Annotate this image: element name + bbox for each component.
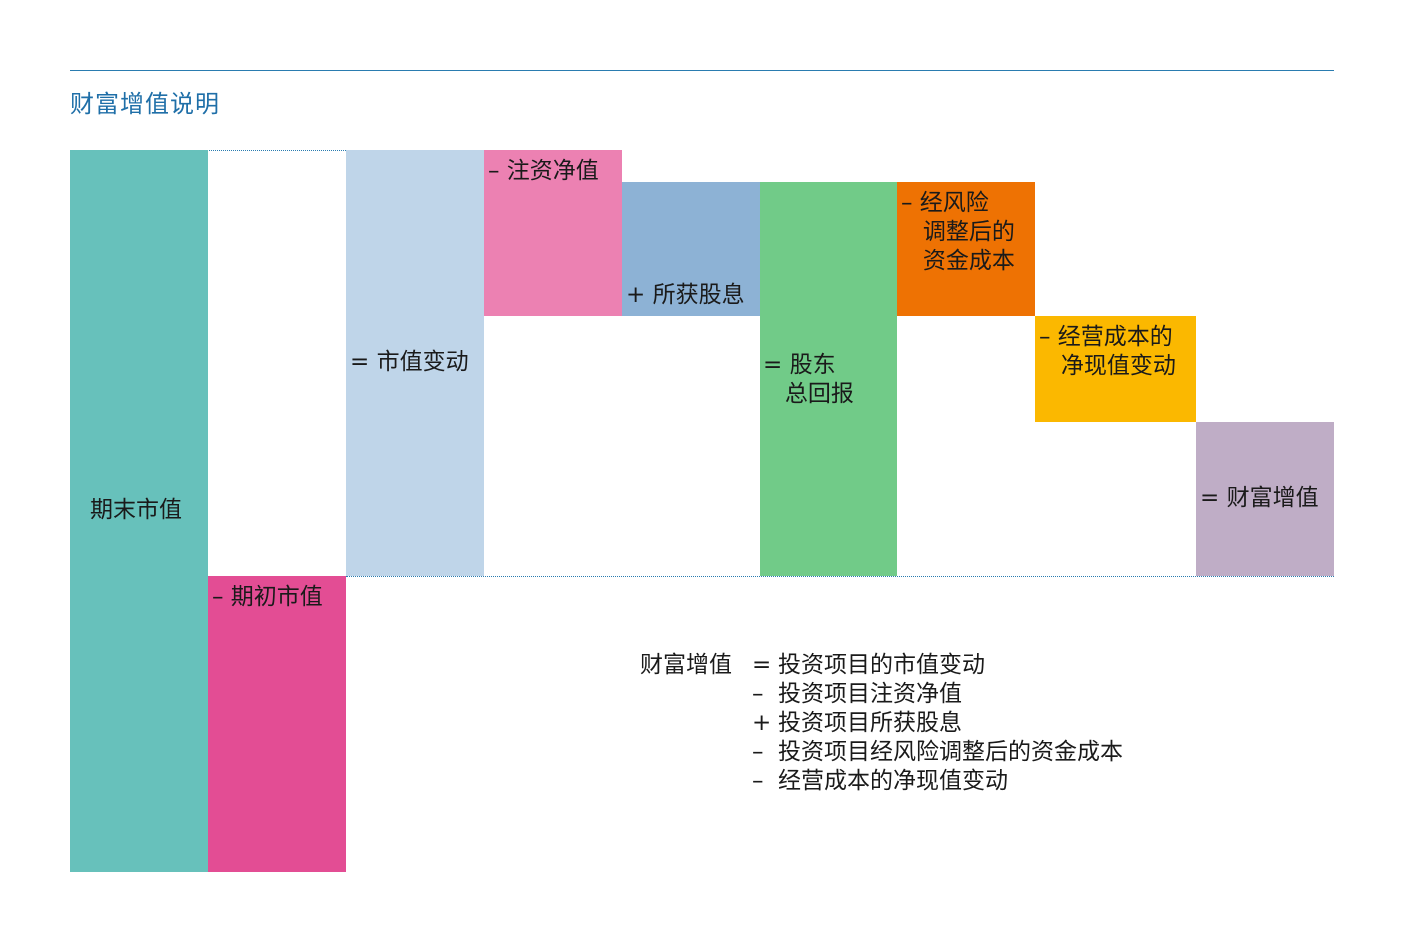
formula-term: 经营成本的净现值变动 <box>778 768 1008 794</box>
dividends-label: + 所获股息 <box>626 282 745 308</box>
ending-value-label: 期末市值 <box>90 497 182 523</box>
market-change-label: = 市值变动 <box>350 349 469 375</box>
formula-term: 投资项目注资净值 <box>778 681 962 707</box>
baseline-guide-line <box>346 576 1334 577</box>
operating-cost-label: – 经营成本的 净现值变动 <box>1039 324 1176 379</box>
top-rule <box>70 70 1334 71</box>
beginning-value-label: – 期初市值 <box>212 584 323 610</box>
formula-lhs: 财富增值 <box>640 652 732 678</box>
capital-injection-label: – 注资净值 <box>488 158 599 184</box>
formula-operator: + <box>752 710 772 736</box>
tsr-label: = 股东 总回报 <box>763 352 854 407</box>
page-title: 财富增值说明 <box>70 90 220 118</box>
formula-term: 投资项目经风险调整后的资金成本 <box>778 739 1123 765</box>
formula-operator: – <box>752 768 764 794</box>
formula-term: 投资项目所获股息 <box>778 710 962 736</box>
formula-operator: – <box>752 681 764 707</box>
formula-operator: – <box>752 739 764 765</box>
formula-term: 投资项目的市值变动 <box>778 652 985 678</box>
beginning-value-block <box>208 576 346 872</box>
formula-operator: = <box>752 652 772 678</box>
risk-adjusted-cost-label: – 经风险 调整后的 资金成本 <box>901 190 1015 274</box>
wealth-added-label: = 财富增值 <box>1200 485 1319 511</box>
